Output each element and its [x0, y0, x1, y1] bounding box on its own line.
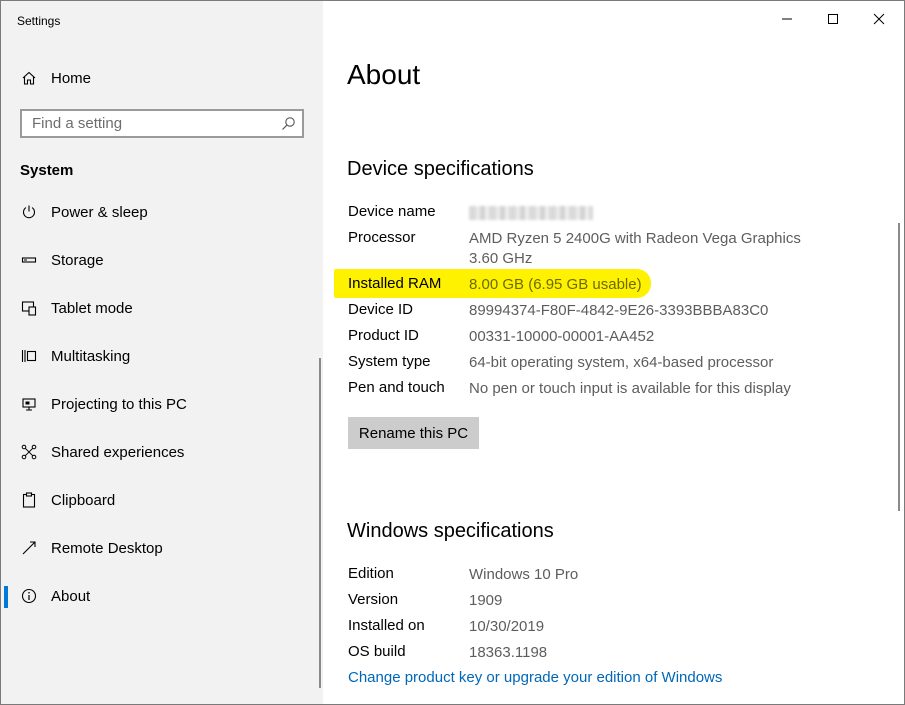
sidebar-scrollbar[interactable]: [319, 358, 321, 688]
page-title: About: [347, 59, 421, 90]
clipboard-icon: [20, 491, 38, 509]
spec-key: Installed on: [348, 617, 425, 634]
spec-value: AMD Ryzen 5 2400G with Radeon Vega Graph…: [469, 229, 801, 269]
spec-value: No pen or touch input is available for t…: [469, 380, 791, 397]
sidebar-item-projecting[interactable]: Projecting to this PC: [1, 384, 323, 424]
app-title: Settings: [17, 14, 61, 28]
sidebar-item-label: Shared experiences: [51, 443, 185, 461]
multitasking-icon: [20, 347, 38, 365]
power-icon: [20, 203, 38, 221]
spec-value: 8.00 GB (6.95 GB usable): [469, 276, 642, 293]
device-specs-heading: Device specifications: [347, 158, 534, 180]
projecting-icon: [20, 395, 38, 413]
sidebar-item-label: About: [51, 587, 91, 605]
sidebar-item-label: Remote Desktop: [51, 539, 163, 557]
sidebar-item-storage[interactable]: Storage: [1, 240, 323, 280]
spec-value: 18363.1198: [469, 644, 548, 661]
selection-indicator: [4, 586, 8, 608]
sidebar-item-label: Power & sleep: [51, 203, 148, 221]
spec-value: 10/30/2019: [469, 618, 545, 635]
spec-key: Product ID: [348, 327, 419, 344]
sidebar-item-label: Projecting to this PC: [51, 395, 187, 413]
sidebar-item-label: Home: [51, 69, 92, 87]
sidebar-item-label: Storage: [51, 251, 104, 269]
spec-value: 89994374-F80F-4842-9E26-3393BBBA83C0: [469, 302, 769, 319]
blurred-device-name: [469, 206, 593, 220]
remote-desktop-icon: [20, 539, 38, 557]
spec-value-line: 3.60 GHz: [469, 250, 533, 267]
change-product-key-link[interactable]: Change product key or upgrade your editi…: [348, 669, 722, 686]
sidebar-item-tablet-mode[interactable]: Tablet mode: [1, 288, 323, 328]
sidebar-item-clipboard[interactable]: Clipboard: [1, 480, 323, 520]
tablet-mode-icon: [20, 299, 38, 317]
spec-key: System type: [348, 353, 431, 370]
sidebar-item-about[interactable]: About: [1, 576, 323, 616]
shared-experiences-icon: [20, 443, 38, 461]
search-input[interactable]: [22, 111, 282, 136]
sidebar-item-label: Clipboard: [51, 491, 116, 509]
spec-key: OS build: [348, 643, 406, 660]
sidebar-item-multitasking[interactable]: Multitasking: [1, 336, 323, 376]
spec-value: 00331-10000-00001-AA452: [469, 328, 655, 345]
main-scrollbar[interactable]: [898, 223, 900, 511]
sidebar-item-shared-experiences[interactable]: Shared experiences: [1, 432, 323, 472]
sidebar: Settings Home System Power & sleep Stor: [1, 1, 323, 704]
windows-specs-heading: Windows specifications: [347, 520, 554, 542]
section-label-system: System: [20, 162, 74, 179]
search-box[interactable]: [20, 109, 304, 138]
spec-value: Windows 10 Pro: [469, 566, 579, 583]
sidebar-item-power-sleep[interactable]: Power & sleep: [1, 192, 323, 232]
sidebar-item-label: Tablet mode: [51, 299, 133, 317]
spec-key: Version: [348, 591, 399, 608]
sidebar-item-remote-desktop[interactable]: Remote Desktop: [1, 528, 323, 568]
spec-key: Edition: [348, 565, 394, 582]
info-icon: [20, 587, 38, 605]
spec-key: Installed RAM: [348, 275, 442, 292]
spec-key: Processor: [348, 229, 416, 246]
spec-key: Device ID: [348, 301, 414, 318]
spec-value-redacted: [469, 203, 593, 226]
spec-value: 64-bit operating system, x64-based proce…: [469, 354, 774, 371]
sidebar-item-home[interactable]: Home: [1, 58, 323, 98]
main-content: About Device specifications Device name …: [323, 1, 903, 704]
storage-icon: [20, 251, 38, 269]
search-icon[interactable]: [281, 116, 296, 131]
sidebar-item-label: Multitasking: [51, 347, 131, 365]
settings-window: Settings Home System Power & sleep Stor: [0, 0, 905, 705]
rename-pc-button[interactable]: Rename this PC: [348, 417, 479, 449]
home-icon: [20, 69, 38, 87]
spec-key: Pen and touch: [348, 379, 445, 396]
spec-value: 1909: [469, 592, 503, 609]
spec-value-line: AMD Ryzen 5 2400G with Radeon Vega Graph…: [469, 230, 801, 247]
spec-key: Device name: [348, 203, 436, 220]
